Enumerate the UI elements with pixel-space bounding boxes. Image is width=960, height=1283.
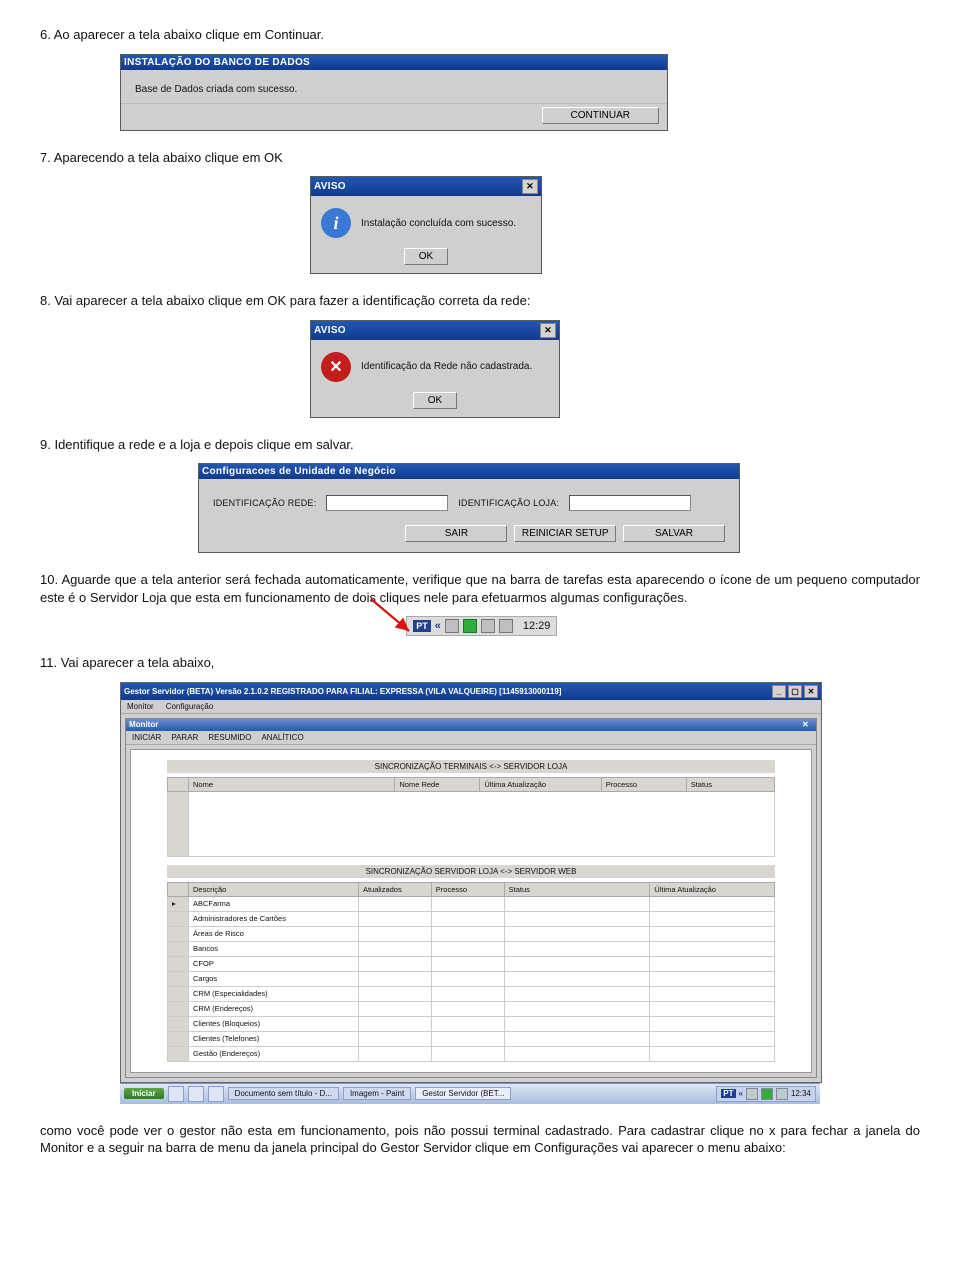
table-row: Bancos: [168, 941, 775, 956]
figure-5: PT « 12:29: [40, 616, 920, 636]
fig6-t1-h-status: Status: [686, 777, 774, 791]
info-icon: [321, 208, 351, 238]
fig6-tb-parar[interactable]: PARAR: [171, 733, 198, 742]
fig5-tray-icon-4[interactable]: [499, 619, 513, 633]
fig6-t2-h3: Status: [504, 882, 650, 896]
fig6-tb-analitico[interactable]: ANALÍTICO: [261, 733, 303, 742]
table-row: Clientes (Bloqueios): [168, 1016, 775, 1031]
fig2-close-icon[interactable]: ✕: [522, 179, 538, 194]
table-row: Clientes (Telefones): [168, 1031, 775, 1046]
fig6-table-1: Nome Nome Rede Última Atualização Proces…: [167, 777, 775, 857]
table-row: Gestão (Endereços): [168, 1046, 775, 1061]
figure-3: AVISO ✕ Identificação da Rede não cadast…: [40, 320, 920, 418]
fig6-tb-iniciar[interactable]: INICIAR: [132, 733, 161, 742]
figure-4: Configuracoes de Unidade de Negócio IDEN…: [40, 463, 920, 553]
fig4-sair-button[interactable]: SAIR: [405, 525, 507, 542]
fig5-servidor-loja-icon[interactable]: [463, 619, 477, 633]
step-post-text: como você pode ver o gestor não esta em …: [40, 1122, 920, 1157]
fig6-menu-monitor[interactable]: Monitor: [127, 702, 154, 711]
fig6-task-paint[interactable]: Imagem - Paint: [343, 1087, 411, 1100]
fig6-t1-h-nomerede: Nome Rede: [395, 777, 480, 791]
fig1-title: INSTALAÇÃO DO BANCO DE DADOS: [124, 57, 664, 68]
table-row: CRM (Especialidades): [168, 986, 775, 1001]
figure-1: INSTALAÇÃO DO BANCO DE DADOS Base de Dad…: [40, 54, 920, 131]
fig1-continuar-button[interactable]: CONTINUAR: [542, 107, 659, 124]
fig6-minimize-icon[interactable]: _: [772, 685, 786, 698]
fig5-clock: 12:29: [523, 620, 551, 632]
fig6-table-2: Descrição Atualizados Processo Status Úl…: [167, 882, 775, 1062]
fig3-close-icon[interactable]: ✕: [540, 323, 556, 338]
fig6-sect2-title: SINCRONIZAÇÃO SERVIDOR LOJA <-> SERVIDOR…: [167, 865, 775, 878]
fig6-task-gestor[interactable]: Gestor Servidor (BET...: [415, 1087, 511, 1100]
step-11-text: 11. Vai aparecer a tela abaixo,: [40, 654, 920, 672]
figure-2: AVISO ✕ Instalação concluída com sucesso…: [40, 176, 920, 274]
step-7-text: 7. Aparecendo a tela abaixo clique em OK: [40, 149, 920, 167]
fig6-tray-i1[interactable]: [746, 1088, 758, 1100]
step-9-text: 9. Identifique a rede e a loja e depois …: [40, 436, 920, 454]
fig6-tray-clock: 12:34: [791, 1089, 811, 1098]
step-10-text: 10. Aguarde que a tela anterior será fec…: [40, 571, 920, 606]
fig3-msg: Identificação da Rede não cadastrada.: [361, 361, 532, 372]
fig6-title: Gestor Servidor (BETA) Versão 2.1.0.2 RE…: [124, 687, 772, 696]
fig6-sect1-title: SINCRONIZAÇÃO TERMINAIS <-> SERVIDOR LOJ…: [167, 760, 775, 773]
fig6-tb-resumido[interactable]: RESUMIDO: [208, 733, 251, 742]
fig6-menubar: Monitor Configuração: [121, 700, 821, 714]
fig4-title: Configuracoes de Unidade de Negócio: [202, 466, 736, 477]
fig4-reiniciar-button[interactable]: REINICIAR SETUP: [514, 525, 616, 542]
fig6-t2-h2: Processo: [431, 882, 504, 896]
fig6-t2-h4: Última Atualização: [650, 882, 775, 896]
fig6-maximize-icon[interactable]: ▢: [788, 685, 802, 698]
fig1-titlebar: INSTALAÇÃO DO BANCO DE DADOS: [121, 55, 667, 70]
fig5-monitor-icon[interactable]: [445, 619, 459, 633]
fig5-chevron-icon[interactable]: «: [435, 620, 441, 632]
fig2-msg: Instalação concluída com sucesso.: [361, 218, 516, 229]
fig4-salvar-button[interactable]: SALVAR: [623, 525, 725, 542]
fig4-label-rede: IDENTIFICAÇÃO REDE:: [213, 498, 316, 508]
fig3-ok-button[interactable]: OK: [413, 392, 457, 409]
fig2-ok-button[interactable]: OK: [404, 248, 448, 265]
fig6-tray-chev-icon[interactable]: «: [739, 1089, 743, 1098]
fig6-quicklaunch-2[interactable]: [188, 1086, 204, 1102]
fig6-quicklaunch-3[interactable]: [208, 1086, 224, 1102]
fig5-tray-icon-3[interactable]: [481, 619, 495, 633]
fig6-quicklaunch-1[interactable]: [168, 1086, 184, 1102]
step-8-text: 8. Vai aparecer a tela abaixo clique em …: [40, 292, 920, 310]
figure-6: Gestor Servidor (BETA) Versão 2.1.0.2 RE…: [40, 682, 920, 1104]
table-row: CFOP: [168, 956, 775, 971]
step-6-text: 6. Ao aparecer a tela abaixo clique em C…: [40, 26, 920, 44]
fig4-input-rede[interactable]: [326, 495, 448, 511]
error-icon: [321, 352, 351, 382]
fig6-t1-h-ultatual: Última Atualização: [480, 777, 601, 791]
fig1-body-text: Base de Dados criada com sucesso.: [135, 84, 297, 95]
fig3-title: AVISO: [314, 325, 540, 336]
table-row: ▸ABCFarma: [168, 896, 775, 911]
fig6-close-icon[interactable]: ✕: [804, 685, 818, 698]
fig6-inner-close-icon[interactable]: ✕: [802, 720, 813, 730]
fig2-title: AVISO: [314, 181, 522, 192]
fig6-start-button[interactable]: Iniciar: [124, 1088, 164, 1099]
table-row: Administradores de Cartões: [168, 911, 775, 926]
fig6-inner-title: Monitor: [129, 720, 802, 729]
table-row: Áreas de Risco: [168, 926, 775, 941]
fig6-t2-h0: Descrição: [189, 882, 359, 896]
table-row: CRM (Endereços): [168, 1001, 775, 1016]
table-row: [168, 791, 775, 856]
fig6-tray-lang[interactable]: PT: [721, 1089, 735, 1098]
fig4-label-loja: IDENTIFICAÇÃO LOJA:: [458, 498, 559, 508]
fig6-tray-i2[interactable]: [761, 1088, 773, 1100]
fig4-input-loja[interactable]: [569, 495, 691, 511]
fig6-tray-i3[interactable]: [776, 1088, 788, 1100]
table-row: Cargos: [168, 971, 775, 986]
fig6-t1-h-processo: Processo: [601, 777, 686, 791]
fig6-t2-h1: Atualizados: [358, 882, 431, 896]
fig6-t1-h-nome: Nome: [189, 777, 395, 791]
fig6-task-doc[interactable]: Documento sem título - D...: [228, 1087, 339, 1100]
fig6-menu-config[interactable]: Configuração: [166, 702, 214, 711]
